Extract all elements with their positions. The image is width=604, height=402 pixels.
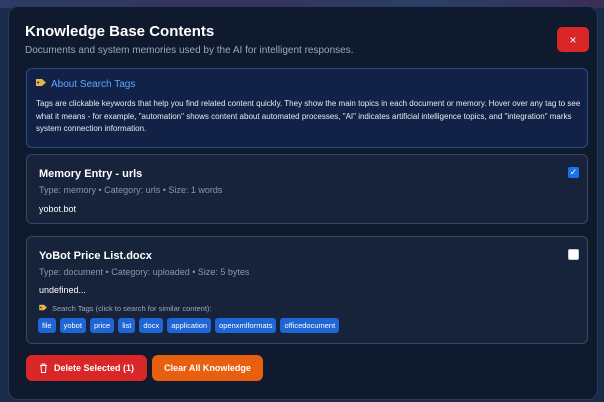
- search-tag[interactable]: docx: [139, 318, 164, 333]
- clear-all-label: Clear All Knowledge: [164, 363, 251, 373]
- delete-selected-button[interactable]: Delete Selected (1): [26, 355, 147, 381]
- entry-title: Memory Entry - urls: [39, 168, 143, 180]
- knowledge-entry: Memory Entry - urls Type: memory • Categ…: [26, 154, 588, 224]
- search-tags-heading: Search Tags (click to search for similar…: [39, 304, 212, 313]
- modal-title: Knowledge Base Contents: [25, 23, 215, 40]
- entry-meta: Type: memory • Category: urls • Size: 1 …: [39, 185, 223, 195]
- tag-icon: [39, 304, 48, 313]
- clear-all-knowledge-button[interactable]: Clear All Knowledge: [152, 355, 263, 381]
- entry-select-checkbox[interactable]: ✓: [568, 167, 579, 178]
- entry-title: YoBot Price List.docx: [39, 250, 152, 262]
- knowledge-entry: YoBot Price List.docx Type: document • C…: [26, 236, 588, 344]
- search-tag[interactable]: application: [167, 318, 212, 333]
- entry-content: yobot.bot: [39, 204, 77, 214]
- entry-meta: Type: document • Category: uploaded • Si…: [39, 267, 250, 277]
- info-panel-title: About Search Tags: [51, 78, 136, 90]
- delete-selected-label: Delete Selected (1): [53, 363, 135, 373]
- close-button[interactable]: ×: [557, 27, 589, 52]
- search-tags-list: file yobot price list docx application o…: [38, 318, 340, 333]
- knowledge-base-modal: Knowledge Base Contents Documents and sy…: [8, 6, 598, 400]
- search-tag[interactable]: yobot: [59, 318, 86, 333]
- search-tags-label: Search Tags (click to search for similar…: [52, 304, 212, 313]
- entry-content: undefined...: [39, 285, 87, 295]
- trash-icon: [39, 363, 48, 373]
- search-tag[interactable]: officedocument: [280, 318, 340, 333]
- checkmark-icon: ✓: [569, 167, 578, 177]
- search-tag[interactable]: list: [118, 318, 136, 333]
- search-tags-info-panel: About Search Tags Tags are clickable key…: [26, 68, 588, 148]
- search-tag[interactable]: price: [89, 318, 115, 333]
- search-tag[interactable]: openxmlformats: [215, 318, 277, 333]
- tag-icon: [36, 78, 47, 90]
- close-icon: ×: [569, 32, 577, 47]
- search-tag[interactable]: file: [38, 318, 56, 333]
- modal-subtitle: Documents and system memories used by th…: [25, 45, 354, 56]
- entry-select-checkbox[interactable]: [568, 249, 579, 260]
- info-panel-body: Tags are clickable keywords that help yo…: [36, 99, 581, 134]
- info-panel-heading: About Search Tags: [36, 78, 135, 90]
